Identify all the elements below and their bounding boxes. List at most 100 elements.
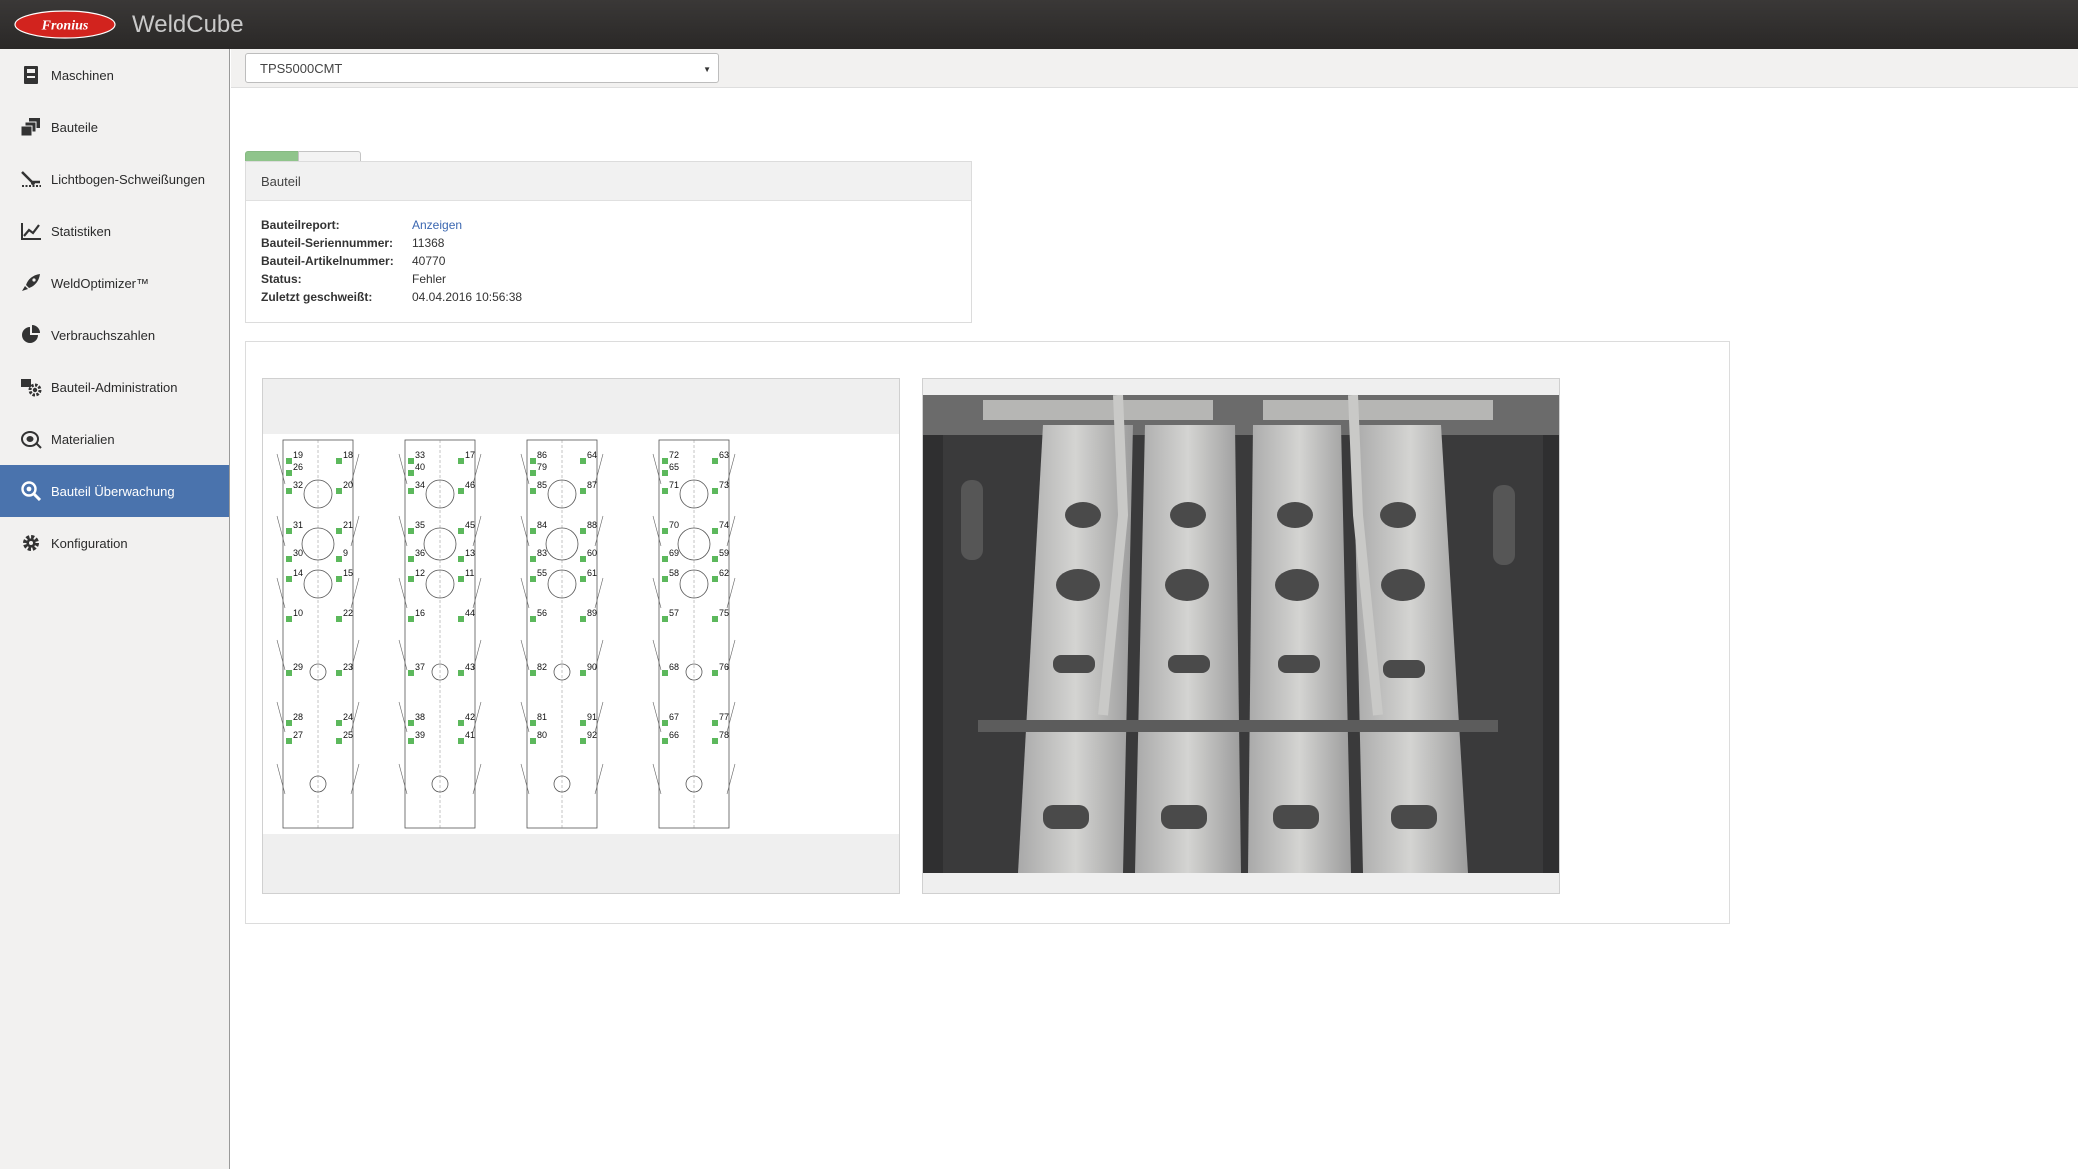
seam-marker[interactable] <box>712 488 718 494</box>
seam-marker[interactable] <box>286 528 292 534</box>
sidebar-item-lichtbogen[interactable]: Lichtbogen-Schweißungen <box>0 153 229 205</box>
seam-label: 10 <box>293 608 303 618</box>
seam-marker[interactable] <box>408 556 414 562</box>
seam-marker[interactable] <box>408 528 414 534</box>
sidebar-item-label: Statistiken <box>51 223 111 239</box>
seam-marker[interactable] <box>408 470 414 476</box>
seam-marker[interactable] <box>580 670 586 676</box>
seam-marker[interactable] <box>286 470 292 476</box>
seam-marker[interactable] <box>336 670 342 676</box>
seam-marker[interactable] <box>530 488 536 494</box>
seam-marker[interactable] <box>336 576 342 582</box>
seam-marker[interactable] <box>530 616 536 622</box>
part-report-link[interactable]: Anzeigen <box>412 216 462 234</box>
seam-marker[interactable] <box>662 556 668 562</box>
seam-label: 67 <box>669 712 679 722</box>
seam-marker[interactable] <box>458 458 464 464</box>
seam-marker[interactable] <box>408 720 414 726</box>
seam-marker[interactable] <box>408 616 414 622</box>
part-serial-label: Bauteil-Seriennummer: <box>261 236 394 250</box>
seam-marker[interactable] <box>580 738 586 744</box>
seam-marker[interactable] <box>286 458 292 464</box>
seam-marker[interactable] <box>530 720 536 726</box>
seam-marker[interactable] <box>286 670 292 676</box>
seam-marker[interactable] <box>662 470 668 476</box>
seam-marker[interactable] <box>662 670 668 676</box>
seam-marker[interactable] <box>662 576 668 582</box>
seam-marker[interactable] <box>580 556 586 562</box>
part-report-label: Bauteilreport: <box>261 218 340 232</box>
seam-label: 15 <box>343 568 353 578</box>
seam-marker[interactable] <box>712 670 718 676</box>
seam-marker[interactable] <box>662 738 668 744</box>
seam-marker[interactable] <box>712 576 718 582</box>
seam-marker[interactable] <box>458 528 464 534</box>
seam-marker[interactable] <box>580 576 586 582</box>
seam-marker[interactable] <box>408 738 414 744</box>
seam-marker[interactable] <box>662 528 668 534</box>
seam-marker[interactable] <box>580 528 586 534</box>
fronius-logo[interactable]: Fronius <box>14 10 116 39</box>
sidebar-item-bauteile[interactable]: Bauteile <box>0 101 229 153</box>
part-photo[interactable] <box>923 395 1559 873</box>
seam-marker[interactable] <box>580 458 586 464</box>
seam-marker[interactable] <box>662 720 668 726</box>
seam-marker[interactable] <box>286 720 292 726</box>
seam-marker[interactable] <box>336 528 342 534</box>
sidebar-item-statistiken[interactable]: Statistiken <box>0 205 229 257</box>
seam-marker[interactable] <box>408 458 414 464</box>
seam-marker[interactable] <box>336 556 342 562</box>
seam-marker[interactable] <box>712 738 718 744</box>
sidebar-item-materialien[interactable]: Materialien <box>0 413 229 465</box>
seam-marker[interactable] <box>286 576 292 582</box>
seam-marker[interactable] <box>580 488 586 494</box>
sidebar-item-bauteil-ueberwachung[interactable]: Bauteil Überwachung <box>0 465 229 517</box>
seam-label: 82 <box>537 662 547 672</box>
seam-marker[interactable] <box>712 458 718 464</box>
machine-select[interactable]: TPS5000CMT ▼ <box>245 53 719 83</box>
sidebar-item-konfiguration[interactable]: Konfiguration <box>0 517 229 569</box>
seam-marker[interactable] <box>662 488 668 494</box>
seam-marker[interactable] <box>408 488 414 494</box>
seam-marker[interactable] <box>712 556 718 562</box>
seam-marker[interactable] <box>580 616 586 622</box>
seam-marker[interactable] <box>712 528 718 534</box>
seam-marker[interactable] <box>408 670 414 676</box>
seam-marker[interactable] <box>336 616 342 622</box>
seam-marker[interactable] <box>530 556 536 562</box>
seam-marker[interactable] <box>458 576 464 582</box>
seam-marker[interactable] <box>712 720 718 726</box>
seam-marker[interactable] <box>336 488 342 494</box>
seam-marker[interactable] <box>458 616 464 622</box>
seam-marker[interactable] <box>712 616 718 622</box>
seam-marker[interactable] <box>336 720 342 726</box>
seam-marker[interactable] <box>662 458 668 464</box>
seam-marker[interactable] <box>530 528 536 534</box>
part-drawing[interactable]: 19 18 32 20 31 21 30 9 14 15 10 22 29 23 28 24 27 25 26 33 1… <box>263 434 899 834</box>
sidebar-item-maschinen[interactable]: Maschinen <box>0 49 229 101</box>
seam-marker[interactable] <box>286 488 292 494</box>
seam-marker[interactable] <box>286 738 292 744</box>
sidebar-item-verbrauchszahlen[interactable]: Verbrauchszahlen <box>0 309 229 361</box>
seam-marker[interactable] <box>530 458 536 464</box>
sidebar-item-weldoptimizer[interactable]: WeldOptimizer™ <box>0 257 229 309</box>
seam-marker[interactable] <box>458 738 464 744</box>
seam-marker[interactable] <box>530 670 536 676</box>
seam-marker[interactable] <box>408 576 414 582</box>
seam-marker[interactable] <box>286 616 292 622</box>
seam-marker[interactable] <box>530 576 536 582</box>
sidebar-item-bauteil-administration[interactable]: Bauteil-Administration <box>0 361 229 413</box>
seam-marker[interactable] <box>580 720 586 726</box>
seam-marker[interactable] <box>530 470 536 476</box>
seam-marker[interactable] <box>286 556 292 562</box>
seam-marker[interactable] <box>458 670 464 676</box>
sidebar-item-label: WeldOptimizer™ <box>51 275 150 291</box>
seam-marker[interactable] <box>336 738 342 744</box>
seam-marker[interactable] <box>662 616 668 622</box>
seam-marker[interactable] <box>530 738 536 744</box>
seam-marker[interactable] <box>336 458 342 464</box>
sidebar-item-label: Verbrauchszahlen <box>51 327 156 343</box>
seam-marker[interactable] <box>458 720 464 726</box>
seam-marker[interactable] <box>458 488 464 494</box>
seam-marker[interactable] <box>458 556 464 562</box>
